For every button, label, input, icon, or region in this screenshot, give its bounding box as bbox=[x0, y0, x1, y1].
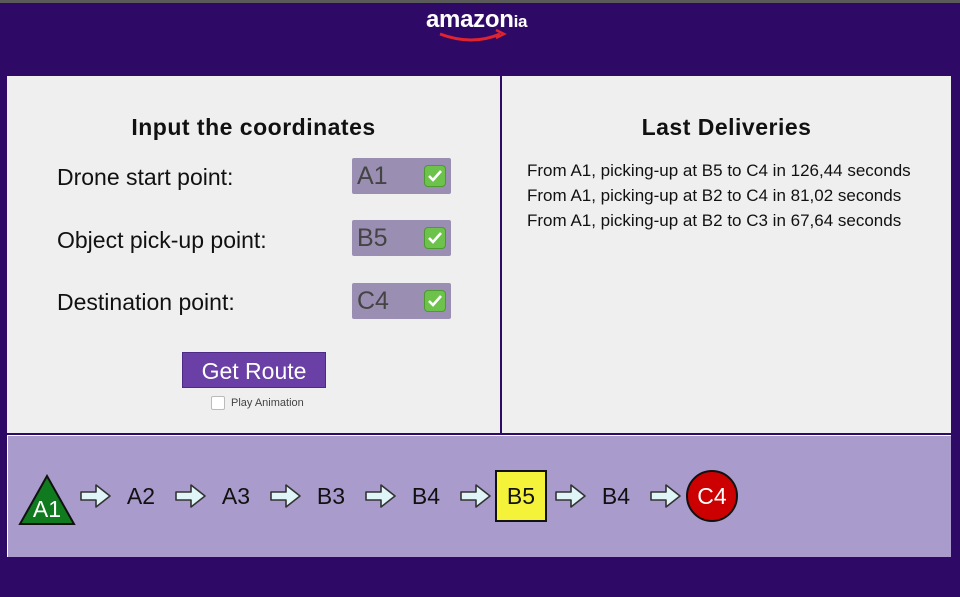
last-deliveries-panel: Last Deliveries From A1, picking-up at B… bbox=[502, 76, 951, 433]
arrow-right-icon bbox=[555, 484, 586, 508]
route-node-label: A1 bbox=[32, 496, 62, 522]
route-node-label: B5 bbox=[506, 483, 536, 509]
destination-point-input[interactable]: C4 bbox=[352, 283, 451, 319]
amazonia-logo: amazonia bbox=[426, 4, 536, 42]
route-display: A1 A2 A3 B3 B4 B5 B4 C4 bbox=[7, 435, 951, 557]
pickup-point-value: B5 bbox=[357, 224, 388, 252]
arrow-right-icon bbox=[650, 484, 681, 508]
arrow-right-icon bbox=[80, 484, 111, 508]
start-point-label: Drone start point: bbox=[57, 164, 234, 190]
route-node-label: A3 bbox=[221, 483, 251, 509]
arrow-right-icon bbox=[175, 484, 206, 508]
arrow-right-icon bbox=[460, 484, 491, 508]
check-icon bbox=[424, 165, 446, 187]
check-icon bbox=[424, 227, 446, 249]
pickup-point-input[interactable]: B5 bbox=[352, 220, 451, 256]
window-top-border bbox=[0, 0, 960, 3]
pickup-point-label: Object pick-up point: bbox=[57, 227, 267, 253]
start-point-input[interactable]: A1 bbox=[352, 158, 451, 194]
route-node-label: B4 bbox=[601, 483, 631, 509]
last-deliveries-title: Last Deliveries bbox=[641, 114, 812, 140]
delivery-item: From A1, picking-up at B2 to C4 in 81,02… bbox=[527, 186, 902, 205]
destination-point-value: C4 bbox=[357, 287, 389, 315]
play-animation-checkbox[interactable] bbox=[211, 396, 225, 410]
arrow-right-icon bbox=[365, 484, 396, 508]
play-animation-label: Play Animation bbox=[231, 397, 304, 409]
logo-smile-arrow-icon bbox=[439, 28, 507, 42]
delivery-item: From A1, picking-up at B2 to C3 in 67,64… bbox=[527, 211, 902, 230]
destination-point-label: Destination point: bbox=[57, 289, 235, 315]
start-point-value: A1 bbox=[357, 162, 388, 190]
coordinates-title: Input the coordinates bbox=[131, 114, 376, 140]
check-icon bbox=[424, 290, 446, 312]
delivery-item: From A1, picking-up at B5 to C4 in 126,4… bbox=[527, 161, 911, 180]
arrow-right-icon bbox=[270, 484, 301, 508]
coordinates-panel: Input the coordinates Drone start point:… bbox=[7, 76, 500, 433]
route-node-label: A2 bbox=[126, 483, 156, 509]
route-node-label: C4 bbox=[697, 483, 727, 509]
route-node-label: B3 bbox=[316, 483, 346, 509]
get-route-button[interactable]: Get Route bbox=[182, 352, 326, 388]
route-node-label: B4 bbox=[411, 483, 441, 509]
